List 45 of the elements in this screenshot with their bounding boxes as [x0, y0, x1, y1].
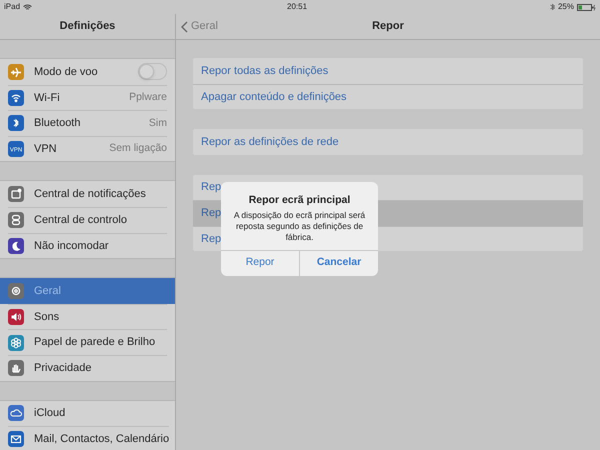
alert-button[interactable]: Cancelar — [299, 250, 378, 276]
item-label: Papel de parede e Brilho — [34, 335, 156, 350]
sidebar-item[interactable]: Sons — [0, 304, 175, 330]
status-time: 20:51 — [287, 1, 308, 13]
item-value: Pplware — [129, 90, 167, 106]
item-label: VPN — [34, 142, 57, 157]
reset-option[interactable]: Rep — [201, 230, 222, 247]
bluetooth-icon — [550, 3, 555, 11]
sidebar-item[interactable]: Privacidade — [0, 354, 175, 381]
sidebar-item[interactable]: Modo de voo — [0, 59, 175, 85]
page-title: Repor — [372, 19, 404, 34]
battery-icon — [577, 4, 596, 10]
sidebar-item[interactable]: Não incomodar — [0, 232, 175, 258]
reset-option[interactable]: Rep — [201, 179, 222, 196]
sidebar-item[interactable]: Central de notificações — [0, 181, 175, 207]
item-label: Central de notificações — [34, 186, 146, 202]
alert-button[interactable]: Repor — [221, 250, 299, 276]
reset-option[interactable]: Apagar conteúdo e definições — [201, 88, 347, 105]
item-label: Geral — [34, 284, 61, 299]
sidebar-item[interactable]: Wi-Fi Pplware — [0, 84, 175, 110]
sidebar-item[interactable]: Papel de parede e Brilho — [0, 329, 175, 355]
sidebar-item[interactable]: Central de controlo — [0, 206, 175, 233]
sidebar-item[interactable]: Mail, Contactos, Calendário — [0, 426, 175, 450]
chevron-left-icon — [181, 20, 188, 32]
alert-title: Repor ecrã principal — [248, 193, 350, 208]
item-label: Central de controlo — [34, 213, 127, 228]
wifi-icon — [23, 4, 32, 10]
reset-option[interactable]: Repor todas as definições — [201, 62, 328, 79]
toggle-switch[interactable] — [138, 63, 167, 80]
item-value: Sem ligação — [109, 141, 167, 156]
item-value: Sim — [148, 116, 167, 131]
alert-message: A disposição do ecrã principal será reposta segundo as definições de fábrica. — [232, 210, 366, 243]
item-label: Wi-Fi — [34, 90, 60, 106]
sidebar-item[interactable]: Bluetooth Sim — [0, 110, 175, 136]
item-label: Não incomodar — [34, 238, 109, 254]
item-label: Bluetooth — [34, 116, 80, 132]
item-label: Sons — [34, 310, 60, 325]
sidebar-title: Definições — [60, 19, 116, 34]
item-label: Mail, Contactos, Calendário — [34, 432, 170, 448]
item-label: iCloud — [34, 406, 66, 422]
device-name: iPad — [4, 1, 20, 13]
sidebar-item[interactable]: iCloud — [0, 400, 175, 426]
item-label: Privacidade — [34, 360, 92, 376]
battery-percent: 25% — [558, 1, 574, 13]
item-label: Modo de voo — [34, 64, 98, 80]
